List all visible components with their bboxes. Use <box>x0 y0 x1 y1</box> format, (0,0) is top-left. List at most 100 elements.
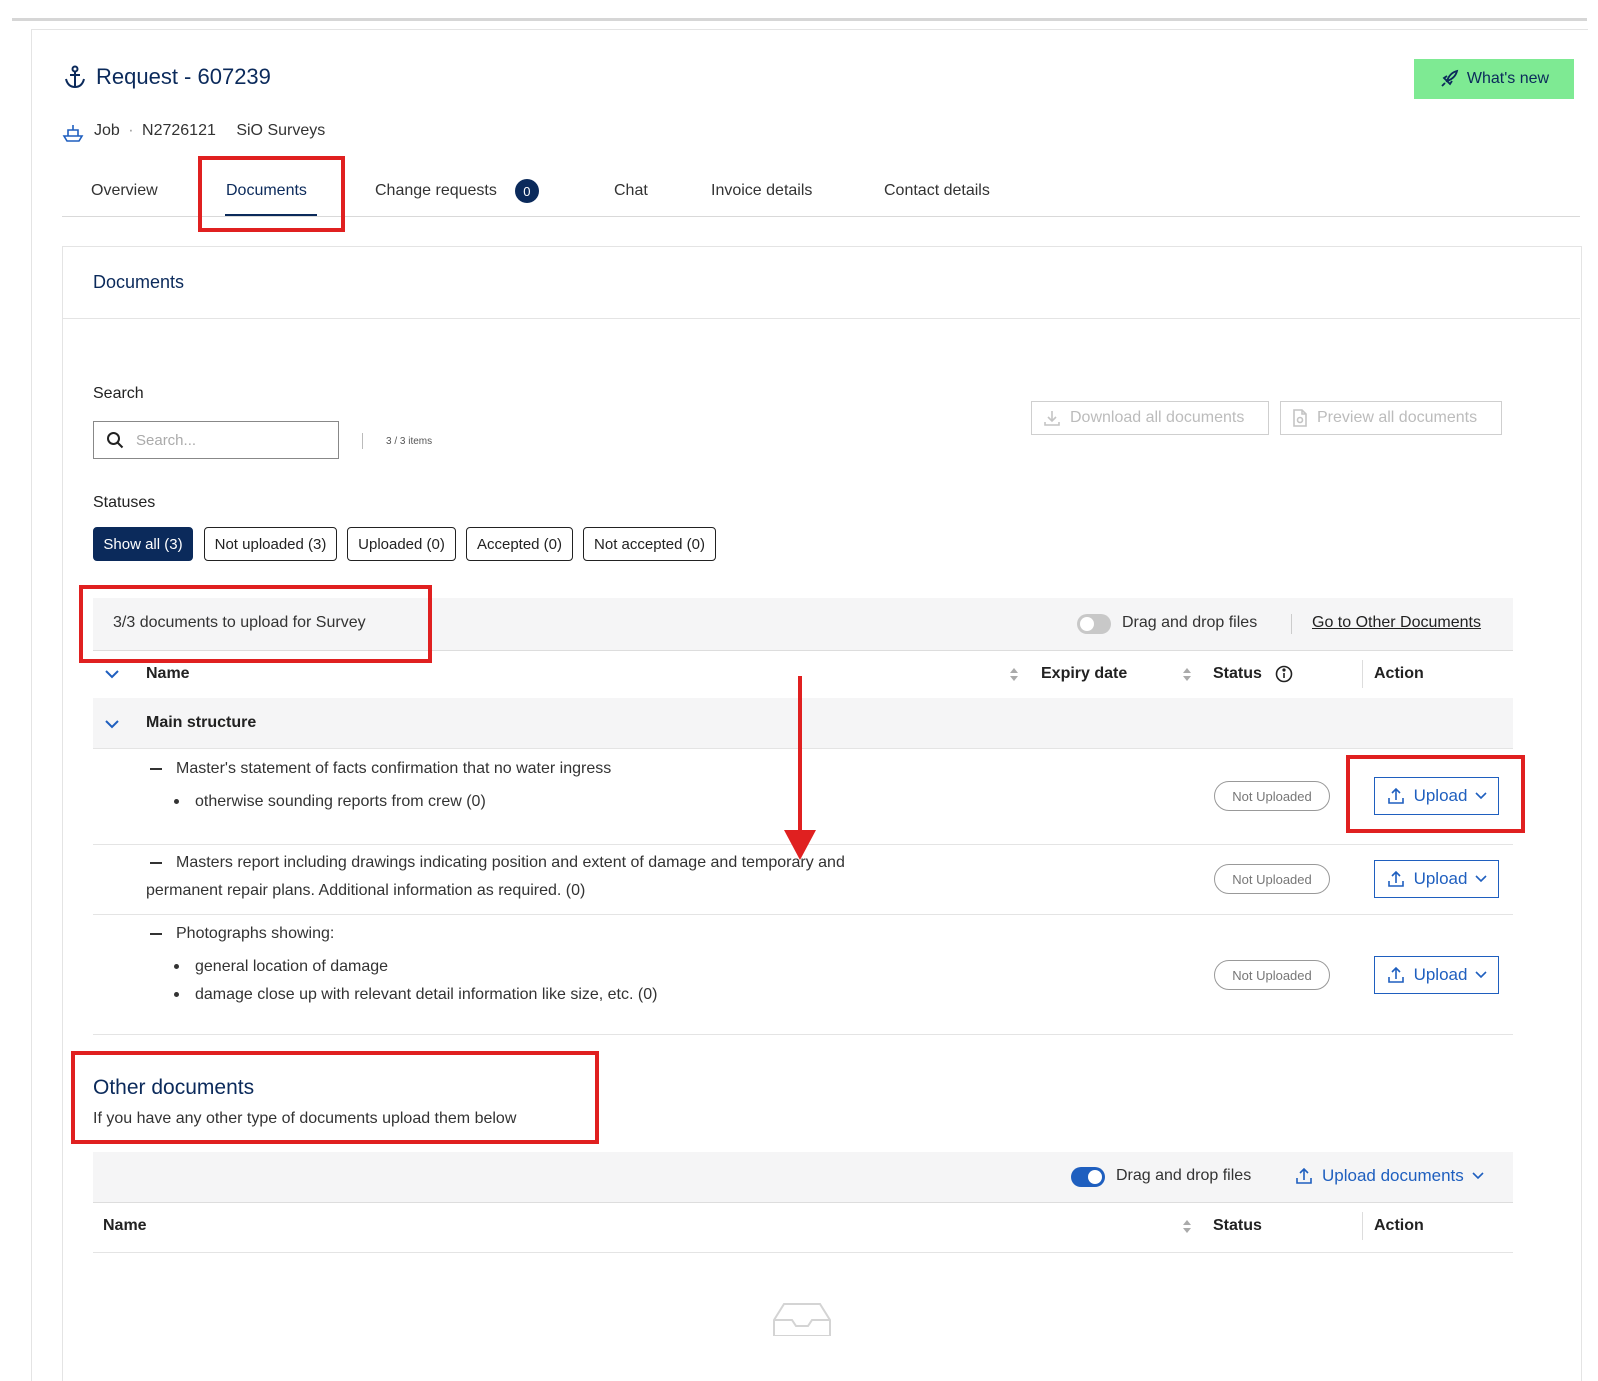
sort-other-name-icon[interactable] <box>1182 1219 1192 1235</box>
status-chip-accepted[interactable]: Accepted (0) <box>466 527 573 561</box>
bullet-dot-icon <box>174 964 179 970</box>
row-title: Masters report including drawings indica… <box>176 854 845 871</box>
group-title: Main structure <box>146 714 257 731</box>
row-title-continuation: permanent repair plans. Additional infor… <box>146 882 586 899</box>
tab-change-requests-label: Change requests <box>375 182 497 200</box>
table-row: Masters report including drawings indica… <box>150 854 845 872</box>
upload-label: Upload <box>1413 965 1468 984</box>
empty-inbox-icon <box>773 1303 831 1336</box>
collapse-dash-icon <box>150 932 162 935</box>
column-header-name[interactable]: Name <box>146 665 190 683</box>
chevron-down-icon <box>1475 875 1488 883</box>
other-column-header-name[interactable]: Name <box>103 1217 147 1235</box>
group-chevron-icon[interactable] <box>104 717 120 735</box>
documents-panel-header <box>62 246 1580 319</box>
search-field[interactable] <box>93 421 339 459</box>
chevron-down-icon <box>1472 1172 1484 1180</box>
preview-all-label: Preview all documents <box>1317 409 1478 426</box>
sort-expiry-icon[interactable] <box>1182 667 1192 683</box>
tab-change-requests[interactable]: Change requests 0 <box>375 179 539 203</box>
status-chip-not-accepted[interactable]: Not accepted (0) <box>583 527 716 561</box>
statuses-label: Statuses <box>93 494 156 511</box>
collapse-dash-icon <box>150 767 162 770</box>
collapse-all-chevron-icon[interactable] <box>104 667 120 685</box>
drag-drop-label: Drag and drop files <box>1122 614 1258 631</box>
other-header-divider <box>93 1252 1513 1253</box>
preview-all-button[interactable]: Preview all documents <box>1280 401 1502 435</box>
column-header-action: Action <box>1374 665 1424 682</box>
row-bullet-text: damage close up with relevant detail inf… <box>195 986 658 1003</box>
company-name: SiO Surveys <box>236 122 326 139</box>
job-breadcrumb: Job · N2726121 SiO Surveys <box>94 122 326 139</box>
tab-chat[interactable]: Chat <box>614 182 648 200</box>
documents-heading: Documents <box>93 272 185 292</box>
status-badge: Not Uploaded <box>1214 864 1330 894</box>
status-chip-not-uploaded[interactable]: Not uploaded (3) <box>204 527 337 561</box>
tab-invoice-details[interactable]: Invoice details <box>711 182 812 200</box>
download-all-button[interactable]: Download all documents <box>1031 401 1269 435</box>
upload-documents-button[interactable]: Upload documents <box>1294 1166 1484 1186</box>
status-badge: Not Uploaded <box>1214 781 1330 811</box>
whats-new-button[interactable]: What's new <box>1414 59 1574 99</box>
tab-contact-details[interactable]: Contact details <box>884 182 990 200</box>
upload-documents-label: Upload documents <box>1322 1166 1464 1185</box>
job-label: Job <box>94 122 120 139</box>
download-all-label: Download all documents <box>1070 409 1245 426</box>
upload-button[interactable]: Upload <box>1374 956 1499 994</box>
other-column-header-status: Status <box>1213 1217 1262 1234</box>
row-bullet: general location of damage <box>174 958 388 976</box>
annotation-box-upload <box>1346 755 1525 833</box>
document-icon <box>1293 409 1307 427</box>
bar-divider <box>1291 614 1292 634</box>
row-bullet-text: otherwise sounding reports from crew (0) <box>195 793 486 810</box>
bullet-dot-icon <box>174 992 179 998</box>
row-bullet: otherwise sounding reports from crew (0) <box>174 793 486 811</box>
row-divider <box>93 914 1513 915</box>
rocket-icon <box>1441 69 1459 87</box>
info-icon[interactable] <box>1275 665 1293 688</box>
column-header-status: Status <box>1213 665 1262 682</box>
anchor-icon <box>62 64 88 95</box>
row-title: Master's statement of facts confirmation… <box>176 760 612 777</box>
ship-icon <box>62 121 84 148</box>
other-action-divider <box>1362 1212 1363 1240</box>
upload-button[interactable]: Upload <box>1374 860 1499 898</box>
collapse-dash-icon <box>150 861 162 864</box>
annotation-box-summary <box>79 585 432 663</box>
other-drag-drop-label: Drag and drop files <box>1116 1167 1252 1184</box>
search-input[interactable] <box>134 430 318 450</box>
search-icon <box>107 432 124 449</box>
whats-new-label: What's new <box>1466 70 1550 87</box>
tab-overview[interactable]: Overview <box>91 182 158 200</box>
row-title: Photographs showing: <box>176 925 335 942</box>
row-divider <box>93 1034 1513 1035</box>
chevron-down-icon <box>1475 971 1488 979</box>
upload-icon <box>1387 870 1404 887</box>
bullet-dot-icon <box>174 799 179 805</box>
items-count: 3 / 3 items <box>386 436 433 447</box>
job-number: N2726121 <box>142 122 216 139</box>
status-chip-show-all[interactable]: Show all (3) <box>93 527 193 561</box>
sort-name-icon[interactable] <box>1009 667 1019 683</box>
change-requests-badge: 0 <box>514 179 539 203</box>
top-divider <box>12 18 1587 21</box>
search-label: Search <box>93 385 144 402</box>
other-drag-drop-toggle[interactable] <box>1071 1167 1105 1187</box>
status-chip-uploaded[interactable]: Uploaded (0) <box>347 527 456 561</box>
annotation-box-other-documents <box>71 1051 599 1144</box>
upload-icon <box>1387 966 1404 983</box>
other-column-header-action: Action <box>1374 1217 1424 1234</box>
annotation-arrow-icon <box>784 676 816 860</box>
upload-icon <box>1296 1167 1312 1184</box>
go-to-other-documents-link[interactable]: Go to Other Documents <box>1312 614 1481 632</box>
download-icon <box>1044 411 1060 426</box>
search-divider <box>362 433 363 449</box>
upload-label: Upload <box>1413 869 1468 888</box>
status-badge: Not Uploaded <box>1214 960 1330 990</box>
drag-drop-toggle[interactable] <box>1077 614 1111 634</box>
table-row: Master's statement of facts confirmation… <box>150 760 611 778</box>
row-bullet-text: general location of damage <box>195 958 389 975</box>
table-row: Photographs showing: <box>150 925 334 943</box>
page-title: Request - 607239 <box>96 64 271 89</box>
column-header-expiry[interactable]: Expiry date <box>1041 665 1127 683</box>
